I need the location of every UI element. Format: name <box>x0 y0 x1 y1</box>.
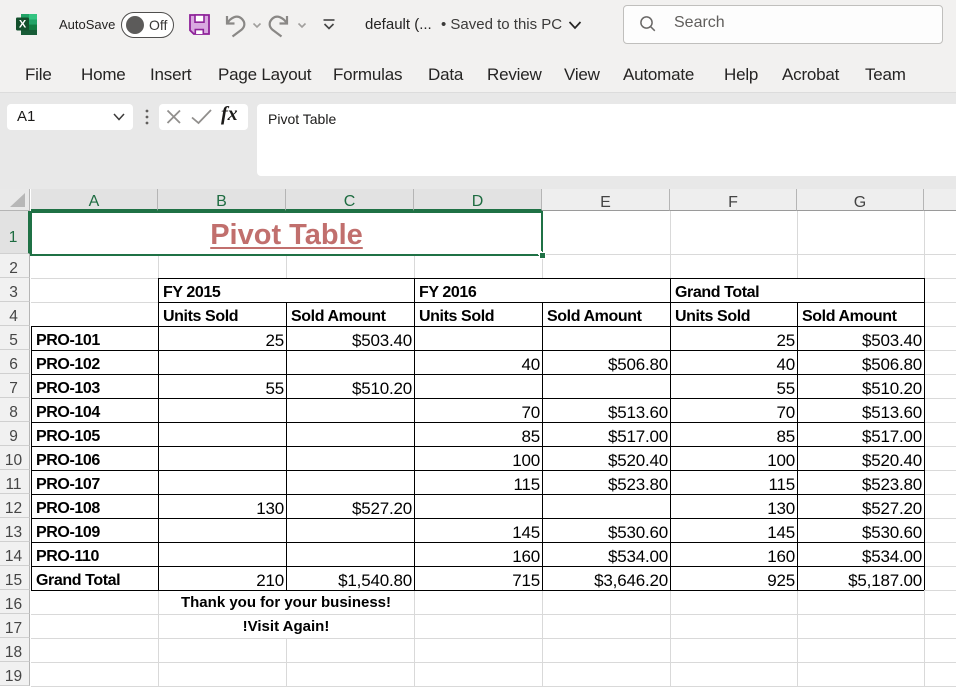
svg-text:X: X <box>19 19 27 31</box>
